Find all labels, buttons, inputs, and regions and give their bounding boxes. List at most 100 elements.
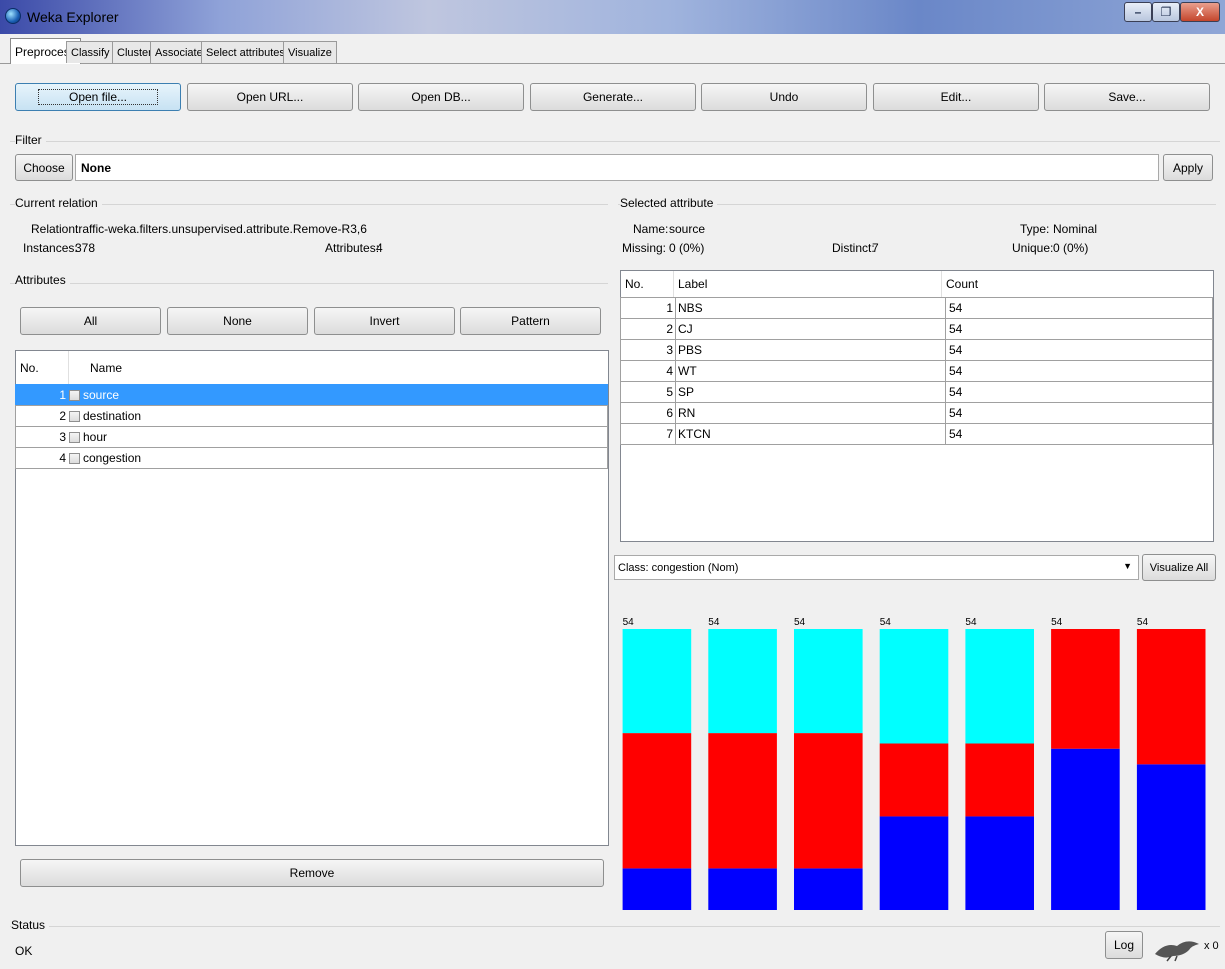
label-name: CJ: [675, 319, 945, 339]
label-row[interactable]: 7 KTCN 54: [620, 423, 1213, 445]
label-count: 54: [945, 319, 962, 339]
bar-segment-sp-0: [965, 816, 1034, 910]
status-text: OK: [15, 944, 33, 958]
attributes-count-label: Attributes:: [325, 241, 380, 255]
label-no: 2: [666, 322, 673, 336]
relation-value: traffic-weka.filters.unsupervised.attrib…: [75, 222, 367, 236]
filter-divider: [10, 141, 1220, 142]
weka-bird-icon: [1153, 934, 1203, 962]
log-button[interactable]: Log: [1105, 931, 1143, 959]
label-name: KTCN: [675, 424, 945, 444]
save-button[interactable]: Save...: [1044, 83, 1210, 111]
class-distribution-chart: 54 54 54 54 54 54 54: [622, 617, 1206, 910]
apply-filter-button[interactable]: Apply: [1163, 154, 1213, 181]
label-no: 1: [666, 301, 673, 315]
label-name: NBS: [675, 298, 945, 318]
select-none-button[interactable]: None: [167, 307, 308, 335]
visualize-all-button[interactable]: Visualize All: [1142, 554, 1216, 581]
label-row[interactable]: 3 PBS 54: [620, 339, 1213, 361]
invert-selection-button[interactable]: Invert: [314, 307, 455, 335]
bar-segment-cj-0: [708, 868, 777, 910]
open-file-button[interactable]: Open file...: [15, 83, 181, 111]
generate-button[interactable]: Generate...: [530, 83, 696, 111]
edit-button[interactable]: Edit...: [873, 83, 1039, 111]
label-name: PBS: [675, 340, 945, 360]
select-all-button[interactable]: All: [20, 307, 161, 335]
bar-total-label-pbs: 54: [794, 617, 806, 628]
window-title: Weka Explorer: [27, 9, 119, 25]
attribute-checkbox[interactable]: [69, 452, 80, 464]
col-no-header[interactable]: No.: [621, 277, 673, 291]
bar-segment-sp-1: [965, 743, 1034, 817]
sel-missing-label: Missing:: [622, 241, 667, 255]
attribute-no: 3: [59, 430, 66, 444]
bar-segment-nbs-2: [622, 629, 692, 734]
label-no: 7: [666, 427, 673, 441]
filter-label: Filter: [15, 133, 46, 147]
bar-segment-nbs-0: [622, 868, 692, 910]
label-row[interactable]: 2 CJ 54: [620, 318, 1213, 340]
attribute-row[interactable]: 3 hour: [15, 426, 608, 448]
col-check-header: [68, 351, 86, 384]
label-row[interactable]: 5 SP 54: [620, 381, 1213, 403]
tab-classify[interactable]: Classify: [66, 41, 115, 63]
pattern-button[interactable]: Pattern: [460, 307, 601, 335]
sel-missing-value: 0 (0%): [669, 241, 705, 255]
weka-app-icon: [5, 8, 21, 24]
label-name: RN: [675, 403, 945, 423]
attribute-checkbox[interactable]: [69, 389, 80, 401]
instances-value: 378: [75, 241, 96, 255]
relation-label: Relation:: [31, 222, 79, 236]
undo-button[interactable]: Undo: [701, 83, 867, 111]
attribute-checkbox[interactable]: [69, 431, 80, 443]
col-count-header[interactable]: Count: [941, 271, 978, 297]
tab-select-attributes[interactable]: Select attributes: [201, 41, 290, 63]
sel-distinct-value: 7: [872, 241, 879, 255]
attribute-row[interactable]: 1 source: [15, 384, 608, 406]
label-count: 54: [945, 361, 962, 381]
bar-segment-pbs-2: [794, 629, 863, 734]
minimize-button[interactable]: –: [1124, 2, 1152, 22]
attributes-table-header: No. Name: [16, 351, 608, 385]
attributes-divider: [10, 283, 608, 284]
attribute-no: 2: [59, 409, 66, 423]
class-select-value: Class: congestion (Nom): [618, 561, 739, 574]
maximize-button[interactable]: ❐: [1152, 2, 1180, 22]
bar-segment-cj-2: [708, 629, 777, 734]
bar-segment-wt-2: [879, 629, 949, 744]
attribute-row[interactable]: 4 congestion: [15, 447, 608, 469]
attribute-checkbox[interactable]: [69, 410, 80, 422]
tab-visualize[interactable]: Visualize: [283, 41, 337, 63]
label-row[interactable]: 1 NBS 54: [620, 297, 1213, 319]
attribute-no: 4: [59, 451, 66, 465]
attributes-label: Attributes: [15, 273, 70, 287]
title-bar: [0, 0, 1225, 34]
filter-field[interactable]: None: [75, 154, 1159, 181]
remove-button[interactable]: Remove: [20, 859, 604, 887]
tab-associate[interactable]: Associate: [150, 41, 208, 63]
class-select[interactable]: Class: congestion (Nom) ▼: [614, 555, 1139, 580]
label-row[interactable]: 6 RN 54: [620, 402, 1213, 424]
status-divider: [10, 926, 1220, 927]
sel-name-value: source: [669, 222, 706, 236]
bar-total-label-wt: 54: [880, 617, 892, 628]
chevron-down-icon: ▼: [1123, 561, 1132, 571]
attribute-name: source: [83, 388, 120, 402]
close-button[interactable]: X: [1180, 2, 1220, 22]
col-no-header[interactable]: No.: [16, 361, 68, 375]
col-label-header[interactable]: Label: [673, 271, 941, 297]
task-count: x 0: [1204, 940, 1219, 952]
bar-segment-pbs-0: [794, 868, 863, 910]
bar-segment-ktcn-0: [1136, 764, 1206, 910]
open-url-button[interactable]: Open URL...: [187, 83, 353, 111]
sel-name-label: Name:: [633, 222, 669, 236]
col-name-header[interactable]: Name: [86, 361, 122, 375]
label-count: 54: [945, 340, 962, 360]
label-no: 4: [666, 364, 673, 378]
label-count: 54: [945, 424, 962, 444]
attribute-row[interactable]: 2 destination: [15, 405, 608, 427]
bar-total-label-ktcn: 54: [1137, 617, 1149, 628]
open-db-button[interactable]: Open DB...: [358, 83, 524, 111]
choose-filter-button[interactable]: Choose: [15, 154, 73, 181]
label-row[interactable]: 4 WT 54: [620, 360, 1213, 382]
